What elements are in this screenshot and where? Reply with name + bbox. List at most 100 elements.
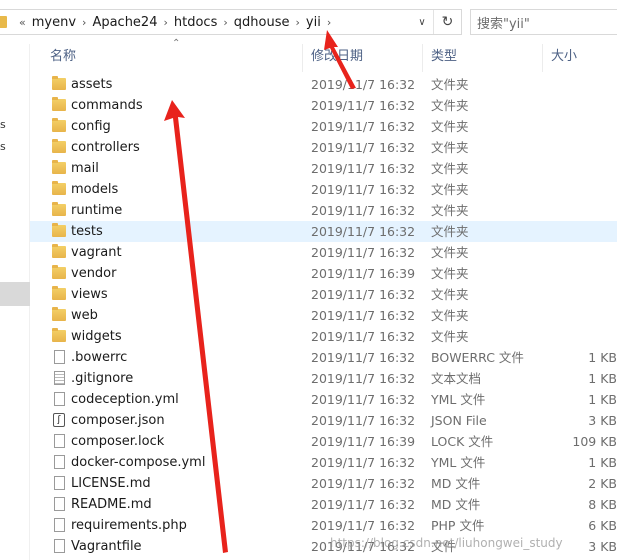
file-icon	[54, 497, 65, 511]
file-type: JSON File	[431, 413, 487, 428]
file-size: 1 KB	[588, 350, 617, 365]
folder-icon	[52, 328, 66, 342]
file-row[interactable]: vagrant 2019/11/7 16:32 文件夹	[30, 242, 617, 263]
file-row[interactable]: widgets 2019/11/7 16:32 文件夹	[30, 326, 617, 347]
file-row[interactable]: config 2019/11/7 16:32 文件夹	[30, 116, 617, 137]
file-name: config	[71, 119, 111, 134]
chevron-down-icon[interactable]: ∨	[411, 10, 433, 34]
folder-icon	[52, 202, 66, 216]
file-row[interactable]: web 2019/11/7 16:32 文件夹	[30, 305, 617, 326]
file-row[interactable]: runtime 2019/11/7 16:32 文件夹	[30, 200, 617, 221]
file-date: 2019/11/7 16:32	[311, 140, 416, 155]
file-icon	[54, 434, 65, 448]
file-name: Vagrantfile	[71, 539, 142, 554]
breadcrumb-item-apache24[interactable]: Apache24	[92, 15, 157, 30]
file-name: commands	[71, 98, 143, 113]
file-name: .gitignore	[71, 371, 134, 386]
folder-icon	[52, 307, 66, 321]
folder-icon	[52, 223, 66, 237]
file-icon	[54, 476, 65, 490]
chevron-right-icon[interactable]: ›	[327, 16, 331, 29]
file-row[interactable]: README.md 2019/11/7 16:32 MD 文件 8 KB	[30, 494, 617, 515]
breadcrumb-item-myenv[interactable]: myenv	[32, 15, 76, 30]
file-name: assets	[71, 77, 113, 92]
file-name: requirements.php	[71, 518, 187, 533]
file-name: .bowerrc	[71, 350, 128, 365]
folder-icon	[52, 286, 66, 300]
file-row[interactable]: commands 2019/11/7 16:32 文件夹	[30, 95, 617, 116]
file-type: YML 文件	[431, 455, 486, 470]
nav-item-fragment[interactable]: s	[0, 140, 6, 153]
breadcrumb-overflow[interactable]: «	[19, 16, 26, 29]
file-date: 2019/11/7 16:32	[311, 350, 416, 365]
file-date: 2019/11/7 16:32	[311, 161, 416, 176]
file-name: vagrant	[71, 245, 122, 260]
file-row[interactable]: models 2019/11/7 16:32 文件夹	[30, 179, 617, 200]
file-row[interactable]: vendor 2019/11/7 16:39 文件夹	[30, 263, 617, 284]
file-type: MD 文件	[431, 476, 481, 491]
chevron-right-icon[interactable]: ›	[82, 16, 86, 29]
file-row[interactable]: codeception.yml 2019/11/7 16:32 YML 文件 1 KB	[30, 389, 617, 410]
address-bar[interactable]: « myenv › Apache24 › htdocs › qdhouse › …	[0, 9, 462, 35]
file-row[interactable]: views 2019/11/7 16:32 文件夹	[30, 284, 617, 305]
file-name: models	[71, 182, 119, 197]
file-row[interactable]: requirements.php 2019/11/7 16:32 PHP 文件 6 K…	[30, 515, 617, 536]
file-row[interactable]: .bowerrc 2019/11/7 16:32 BOWERRC 文件 1 KB	[30, 347, 617, 368]
file-row[interactable]: ʃ composer.json 2019/11/7 16:32 JSON File 3 …	[30, 410, 617, 431]
file-name: vendor	[71, 266, 117, 281]
file-date: 2019/11/7 16:32	[311, 392, 416, 407]
column-size[interactable]: 大小	[543, 44, 617, 72]
file-row[interactable]: docker-compose.yml 2019/11/7 16:32 YML 文件 1…	[30, 452, 617, 473]
file-icon	[54, 350, 65, 364]
column-date[interactable]: 修改日期	[303, 44, 423, 72]
address-bar-area: « myenv › Apache24 › htdocs › qdhouse › …	[0, 0, 617, 44]
file-icon	[54, 455, 65, 469]
file-type: 文件夹	[431, 245, 469, 260]
file-size: 1 KB	[588, 455, 617, 470]
file-size: 109 KB	[572, 434, 617, 449]
refresh-icon[interactable]: ↻	[433, 10, 461, 34]
chevron-right-icon[interactable]: ›	[223, 16, 227, 29]
file-row[interactable]: controllers 2019/11/7 16:32 文件夹	[30, 137, 617, 158]
file-name: views	[71, 287, 108, 302]
file-type: LOCK 文件	[431, 434, 494, 449]
file-type: 文件夹	[431, 140, 469, 155]
file-size: 1 KB	[588, 392, 617, 407]
file-row[interactable]: .gitignore 2019/11/7 16:32 文本文档 1 KB	[30, 368, 617, 389]
nav-item-fragment[interactable]: s	[0, 118, 6, 131]
file-type: MD 文件	[431, 497, 481, 512]
file-type: 文件夹	[431, 203, 469, 218]
file-date: 2019/11/7 16:32	[311, 371, 416, 386]
file-size: 1 KB	[588, 371, 617, 386]
folder-icon	[52, 265, 66, 279]
file-type: 文件夹	[431, 161, 469, 176]
chevron-right-icon[interactable]: ›	[163, 16, 167, 29]
file-name: LICENSE.md	[71, 476, 151, 491]
file-size: 8 KB	[588, 497, 617, 512]
file-row[interactable]: assets 2019/11/7 16:32 文件夹	[30, 74, 617, 95]
file-date: 2019/11/7 16:32	[311, 329, 416, 344]
file-row[interactable]: LICENSE.md 2019/11/7 16:32 MD 文件 2 KB	[30, 473, 617, 494]
column-type[interactable]: 类型	[423, 44, 543, 72]
breadcrumb-item-qdhouse[interactable]: qdhouse	[234, 15, 290, 30]
folder-icon	[52, 160, 66, 174]
search-input[interactable]: 搜索"yii"	[470, 9, 617, 35]
folder-icon	[52, 244, 66, 258]
folder-icon	[0, 16, 7, 28]
file-row[interactable]: tests 2019/11/7 16:32 文件夹	[30, 221, 617, 242]
navigation-pane: s s	[0, 44, 30, 560]
file-name: mail	[71, 161, 99, 176]
breadcrumb-item-yii[interactable]: yii	[306, 15, 321, 30]
json-file-icon: ʃ	[53, 413, 65, 427]
file-size: 2 KB	[588, 476, 617, 491]
chevron-right-icon[interactable]: ›	[295, 16, 299, 29]
file-name: widgets	[71, 329, 122, 344]
file-row[interactable]: composer.lock 2019/11/7 16:39 LOCK 文件 109 K…	[30, 431, 617, 452]
file-row[interactable]: mail 2019/11/7 16:32 文件夹	[30, 158, 617, 179]
file-type: 文件夹	[431, 329, 469, 344]
column-name[interactable]: 名称	[42, 44, 303, 72]
file-type: 文件夹	[431, 119, 469, 134]
file-type: YML 文件	[431, 392, 486, 407]
nav-selected-item[interactable]	[0, 282, 30, 306]
breadcrumb-item-htdocs[interactable]: htdocs	[174, 15, 217, 30]
